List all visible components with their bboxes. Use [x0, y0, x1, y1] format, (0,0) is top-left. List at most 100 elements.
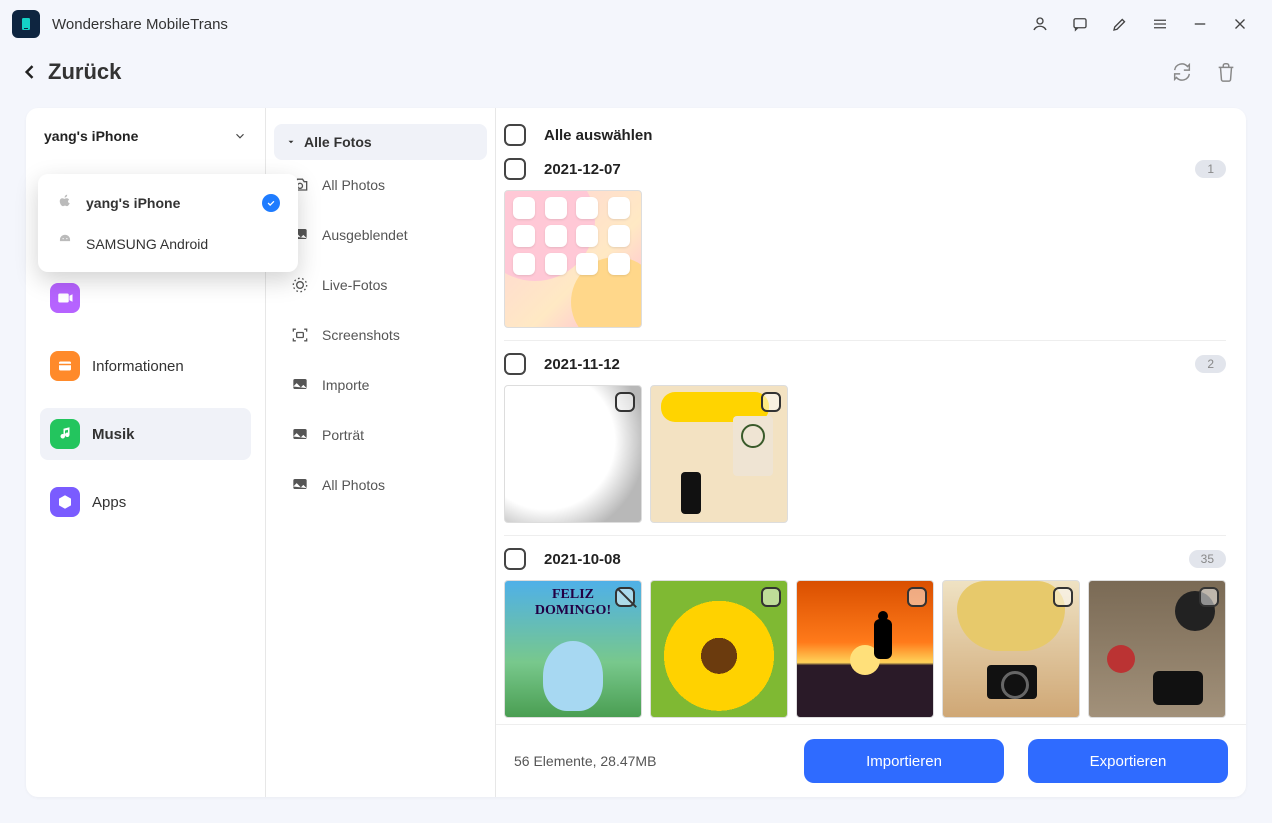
- feedback-icon[interactable]: [1060, 4, 1100, 44]
- select-all-checkbox[interactable]: [504, 124, 526, 146]
- status-text: 56 Elemente, 28.47MB: [514, 753, 656, 769]
- category-hidden[interactable]: Ausgeblendet: [274, 210, 487, 260]
- device-dropdown: yang's iPhone SAMSUNG Android: [38, 174, 298, 272]
- category-label: Live-Fotos: [322, 277, 387, 293]
- title-bar: Wondershare MobileTrans: [0, 0, 1272, 48]
- group-header: 2021-11-12 2: [504, 347, 1226, 381]
- select-all-row: Alle auswählen: [504, 118, 1226, 152]
- category-portrait[interactable]: Porträt: [274, 410, 487, 460]
- gallery-scroll[interactable]: Alle auswählen 2021-12-07 1: [496, 108, 1246, 724]
- back-label: Zurück: [48, 59, 121, 85]
- category-all-photos[interactable]: All Photos: [274, 160, 487, 210]
- account-icon[interactable]: [1020, 4, 1060, 44]
- delete-icon[interactable]: [1204, 50, 1248, 94]
- check-icon: [262, 194, 280, 212]
- category-label: All Photos: [322, 477, 385, 493]
- menu-icon[interactable]: [1140, 4, 1180, 44]
- screenshot-icon: [290, 325, 310, 345]
- close-button[interactable]: [1220, 4, 1260, 44]
- sidebar-item-apps[interactable]: Apps: [40, 476, 251, 528]
- category-label: Porträt: [322, 427, 364, 443]
- photo-thumbnail[interactable]: [942, 580, 1080, 718]
- live-photo-icon: [290, 275, 310, 295]
- image-icon: [290, 474, 310, 497]
- device-option-android[interactable]: SAMSUNG Android: [38, 223, 298, 264]
- device-selector-label: yang's iPhone: [44, 128, 138, 144]
- android-icon: [56, 233, 74, 254]
- thumb-row: [504, 186, 1226, 341]
- sidebar-label: Informationen: [92, 358, 184, 375]
- photo-thumbnail[interactable]: [504, 190, 642, 328]
- select-all-label: Alle auswählen: [544, 127, 652, 144]
- gallery: Alle auswählen 2021-12-07 1: [496, 108, 1246, 797]
- category-panel: Alle Fotos All Photos Ausgeblendet Live-…: [266, 108, 496, 797]
- group-count: 2: [1195, 355, 1226, 373]
- device-option-iphone[interactable]: yang's iPhone: [38, 182, 298, 223]
- sidebar-item-videos[interactable]: Videos: [40, 272, 251, 324]
- export-button[interactable]: Exportieren: [1028, 739, 1228, 783]
- thumb-row: FELIZDOMINGO!: [504, 576, 1226, 724]
- category-all-photos-2[interactable]: All Photos: [274, 460, 487, 510]
- category-imports[interactable]: Importe: [274, 360, 487, 410]
- chevron-down-icon: [233, 129, 247, 143]
- photo-thumbnail[interactable]: FELIZDOMINGO!: [504, 580, 642, 718]
- videos-icon: [50, 283, 80, 313]
- import-button[interactable]: Importieren: [804, 739, 1004, 783]
- category-header-label: Alle Fotos: [304, 134, 372, 150]
- refresh-icon[interactable]: [1160, 50, 1204, 94]
- category-header[interactable]: Alle Fotos: [274, 124, 487, 160]
- photo-thumbnail[interactable]: [650, 580, 788, 718]
- thumb-checkbox[interactable]: [615, 392, 635, 412]
- category-label: Importe: [322, 377, 369, 393]
- photo-thumbnail[interactable]: [1088, 580, 1226, 718]
- chevron-left-icon: [20, 62, 40, 82]
- photo-thumbnail[interactable]: [650, 385, 788, 523]
- music-icon: [50, 419, 80, 449]
- thumb-checkbox[interactable]: [615, 587, 635, 607]
- sidebar-item-info[interactable]: Informationen: [40, 340, 251, 392]
- sidebar: yang's iPhone yang's iPhone SAMSUNG Andr…: [26, 108, 266, 797]
- triangle-down-icon: [286, 137, 296, 147]
- back-row: Zurück: [0, 48, 1272, 96]
- device-option-label: SAMSUNG Android: [86, 236, 208, 252]
- gallery-footer: 56 Elemente, 28.47MB Importieren Exporti…: [496, 724, 1246, 797]
- group-checkbox[interactable]: [504, 548, 526, 570]
- category-label: Screenshots: [322, 327, 400, 343]
- edit-icon[interactable]: [1100, 4, 1140, 44]
- group-header: 2021-10-08 35: [504, 542, 1226, 576]
- app-title: Wondershare MobileTrans: [52, 16, 228, 33]
- sidebar-label: Musik: [92, 426, 135, 443]
- category-live-photos[interactable]: Live-Fotos: [274, 260, 487, 310]
- photo-thumbnail[interactable]: [796, 580, 934, 718]
- group-date: 2021-11-12: [544, 356, 620, 373]
- group-checkbox[interactable]: [504, 353, 526, 375]
- device-selector[interactable]: yang's iPhone: [40, 120, 251, 162]
- image-icon: [290, 374, 310, 397]
- main-card: yang's iPhone yang's iPhone SAMSUNG Andr…: [26, 108, 1246, 797]
- thumb-checkbox[interactable]: [761, 587, 781, 607]
- photo-thumbnail[interactable]: [504, 385, 642, 523]
- sidebar-item-music[interactable]: Musik: [40, 408, 251, 460]
- image-icon: [290, 424, 310, 447]
- device-option-label: yang's iPhone: [86, 195, 180, 211]
- group-checkbox[interactable]: [504, 158, 526, 180]
- apps-icon: [50, 487, 80, 517]
- thumb-checkbox[interactable]: [907, 587, 927, 607]
- back-button[interactable]: Zurück: [20, 59, 121, 85]
- info-icon: [50, 351, 80, 381]
- thumb-row: [504, 381, 1226, 536]
- group-header: 2021-12-07 1: [504, 152, 1226, 186]
- thumb-checkbox[interactable]: [1053, 587, 1073, 607]
- group-date: 2021-10-08: [544, 551, 621, 568]
- sidebar-label: Apps: [92, 494, 126, 511]
- group-date: 2021-12-07: [544, 161, 621, 178]
- group-count: 1: [1195, 160, 1226, 178]
- thumb-checkbox[interactable]: [761, 392, 781, 412]
- minimize-button[interactable]: [1180, 4, 1220, 44]
- apple-icon: [56, 192, 74, 213]
- app-icon: [12, 10, 40, 38]
- category-label: All Photos: [322, 177, 385, 193]
- thumb-checkbox[interactable]: [1199, 587, 1219, 607]
- category-screenshots[interactable]: Screenshots: [274, 310, 487, 360]
- group-count: 35: [1189, 550, 1226, 568]
